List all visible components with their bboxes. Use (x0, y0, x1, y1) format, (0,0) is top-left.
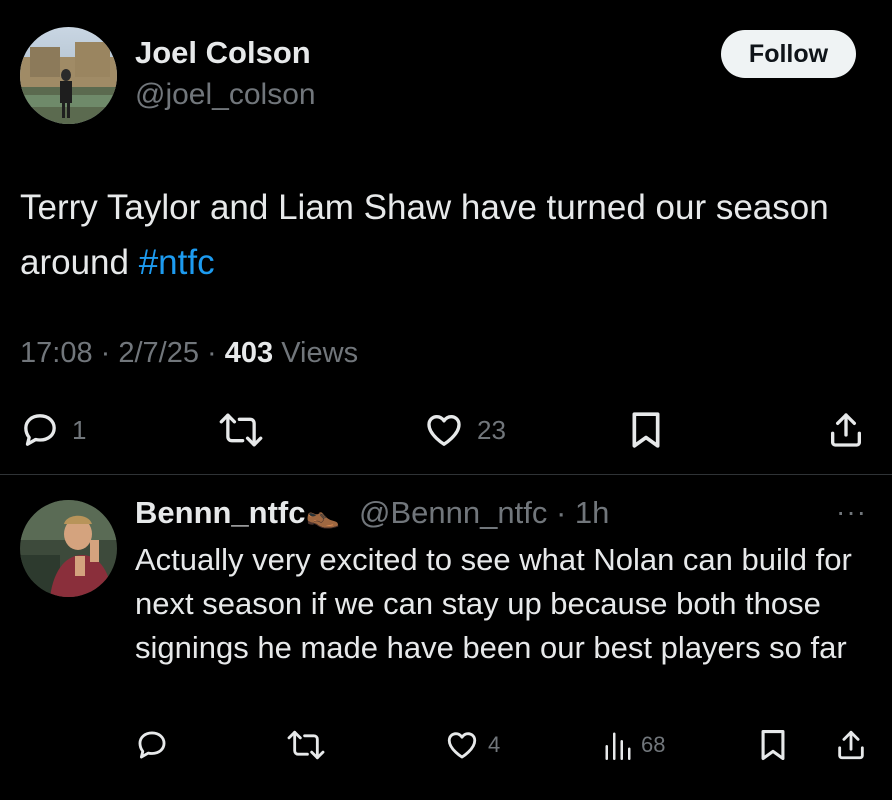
like-icon (447, 732, 477, 759)
follow-button[interactable]: Follow (721, 30, 856, 78)
reply-icon (24, 414, 56, 446)
retweet-icon (287, 730, 325, 760)
tweet-text: Terry Taylor and Liam Shaw have turned o… (20, 180, 870, 290)
share-button[interactable] (826, 410, 866, 450)
reply-bookmark-button[interactable] (758, 728, 788, 762)
share-icon (831, 413, 861, 447)
views-icon (605, 732, 631, 760)
section-divider (0, 474, 892, 475)
author-name[interactable]: Joel Colson (135, 35, 311, 71)
reply-views-button[interactable]: 68 (603, 728, 665, 762)
reply-retweet-button[interactable] (286, 728, 326, 762)
like-icon (427, 415, 461, 446)
reply-author-name[interactable]: Bennn_ntfc (135, 495, 306, 530)
reply-button[interactable]: 1 (20, 410, 86, 450)
like-count: 23 (477, 414, 506, 445)
reply-icon (138, 731, 166, 759)
bookmark-icon (761, 729, 785, 761)
views-count: 403 (224, 337, 274, 369)
hashtag-link[interactable]: #ntfc (139, 243, 215, 282)
share-icon (838, 730, 864, 760)
tweet-date: 2/7/25 (118, 337, 199, 369)
retweet-button[interactable] (218, 410, 264, 450)
reply-reply-button[interactable] (135, 728, 169, 762)
bookmark-button[interactable] (628, 410, 664, 450)
reply-header: Bennn_ntfc👞 @Bennn_ntfc · 1h (135, 495, 610, 530)
author-avatar[interactable] (20, 27, 117, 124)
reply-text: Actually very excited to see what Nolan … (135, 542, 852, 665)
views-label: Views (281, 337, 359, 369)
retweet-icon (219, 413, 263, 447)
more-options-icon[interactable]: ··· (836, 496, 867, 528)
bookmark-icon (632, 412, 660, 448)
reply-author-avatar[interactable] (20, 500, 117, 597)
tweet-time: 17:08 (20, 337, 93, 369)
reply-age[interactable]: 1h (575, 495, 609, 530)
reply-author-handle[interactable]: @Bennn_ntfc (359, 495, 547, 530)
reply-like-button[interactable]: 4 (444, 728, 500, 762)
reply-share-button[interactable] (834, 728, 868, 762)
tweet-meta: 17:08 · 2/7/25 · 403 Views (20, 337, 359, 369)
like-button[interactable]: 23 (423, 410, 506, 450)
reply-like-count: 4 (488, 732, 501, 757)
reply-count: 1 (72, 414, 87, 445)
reply-views-count: 68 (641, 732, 666, 757)
shoe-emoji: 👞 (305, 498, 341, 529)
author-handle[interactable]: @joel_colson (135, 78, 316, 112)
